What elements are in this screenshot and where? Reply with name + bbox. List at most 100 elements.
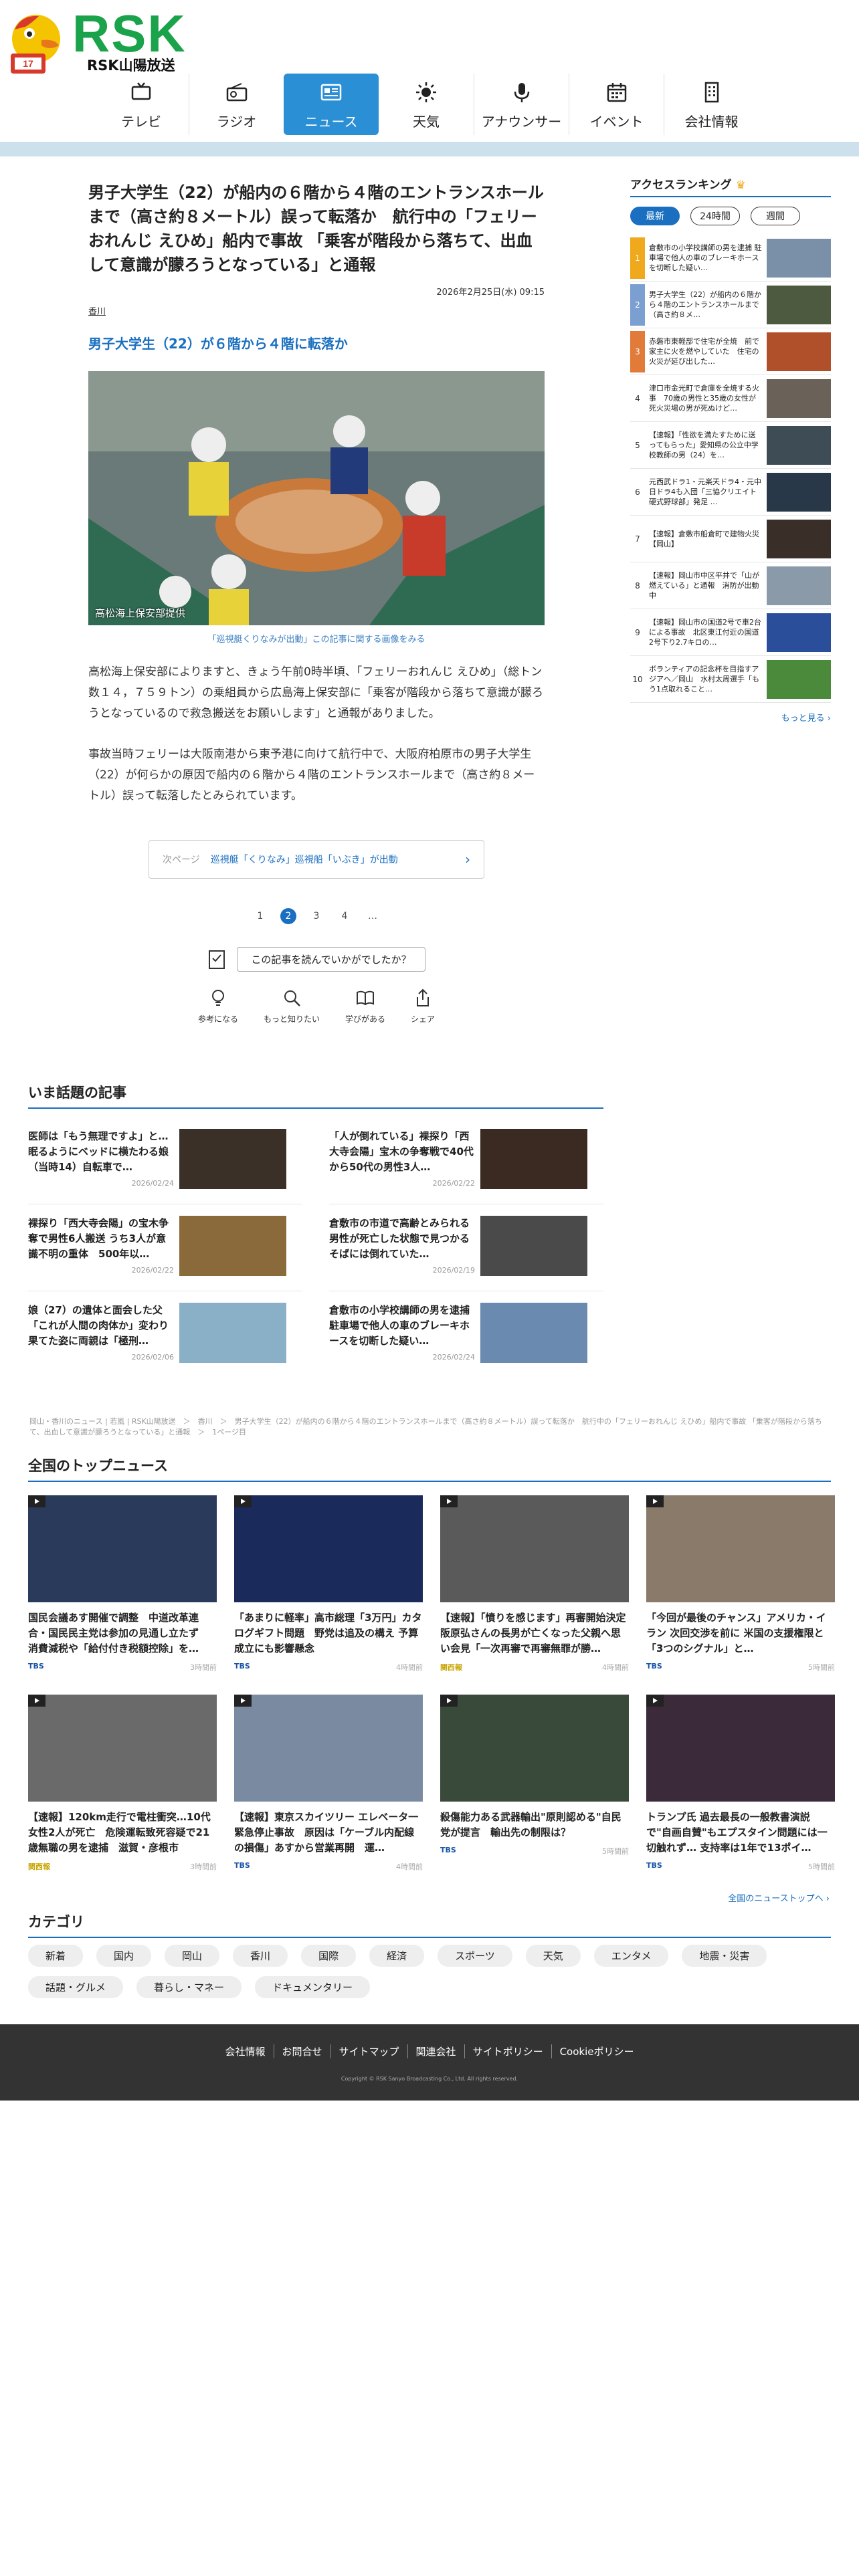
category-chip[interactable]: 暮らし・マネー <box>136 1976 242 1998</box>
nav-item-3[interactable]: 天気 <box>379 74 474 135</box>
trending-date: 2026/02/19 <box>432 1266 475 1275</box>
play-icon <box>234 1695 252 1707</box>
trending-title: 医師は「もう無理ですよ」と…眠るようにベッドに横たわる娘（当時14）自転車で… <box>28 1130 169 1173</box>
footer-link[interactable]: Cookieポリシー <box>551 2044 642 2058</box>
trending-item[interactable]: 倉敷市の小学校講師の男を逮捕 駐車場で他人の車のブレーキホースを切断した疑い… 2… <box>329 1303 587 1363</box>
reaction-button[interactable]: 参考になる <box>198 986 238 1025</box>
page-link[interactable]: 3 <box>308 908 324 924</box>
footer-link[interactable]: サイトポリシー <box>464 2044 551 2058</box>
trending-title: 倉敷市の市道で高齢とみられる男性が死亡した状態で見つかる そばには倒れていた… <box>329 1217 480 1260</box>
nav-item-5[interactable]: イベント <box>569 74 664 135</box>
ranking-list: 1 倉敷市の小学校講師の男を逮捕 駐車場で他人の車のブレーキホースを切断した疑い…… <box>630 235 831 703</box>
category-chip[interactable]: 話題・グルメ <box>28 1976 124 1998</box>
news-meta: 関西報 4時間前 <box>440 1662 629 1673</box>
category-chip[interactable]: スポーツ <box>438 1945 512 1967</box>
news-card[interactable]: 国民会議あす開催で調整 中道改革連合・国民民主党は参加の見通し立たず 消費減税や… <box>28 1495 217 1673</box>
trending-title: いま話題の記事 <box>28 1082 603 1109</box>
ranking-item[interactable]: 9 【速報】岡山市の国道2号で車2台による事故 北区東江付近の国道2号下り2.7キ… <box>630 609 831 656</box>
top-news-more-link[interactable]: 全国のニューストップへ › <box>669 1891 830 1904</box>
trending-item[interactable]: 医師は「もう無理ですよ」と…眠るようにベッドに横たわる娘（当時14）自転車で… 2… <box>28 1129 286 1189</box>
rank-number: 6 <box>635 487 640 497</box>
trending-item[interactable]: 倉敷市の市道で高齢とみられる男性が死亡した状態で見つかる そばには倒れていた… 2… <box>329 1216 587 1276</box>
reaction-button[interactable]: 学びがある <box>345 986 385 1025</box>
feedback-button[interactable]: この記事を読んでいかがでしたか？ <box>237 947 425 972</box>
breadcrumb[interactable]: 岡山・香川のニュース | 若風 | RSK山陽放送 ＞ 香川 ＞ 男子大学生（2… <box>29 1416 830 1438</box>
photo-gallery-link[interactable]: 「巡視艇くりなみが出動」この記事に関する画像をみる <box>88 632 545 645</box>
category-chip[interactable]: 新着 <box>28 1945 84 1967</box>
ranking-item[interactable]: 3 赤磐市東軽部で住宅が全焼 前で家主に火を燃やしていた 住宅の火災が延び出した… <box>630 328 831 375</box>
news-card[interactable]: トランプ氏 過去最長の一般教書演説で"自画自賛"もエプスタイン問題には一切触れず… <box>646 1695 835 1872</box>
ranking-more-link[interactable]: もっと見る › <box>630 711 831 724</box>
category-chip[interactable]: ドキュメンタリー <box>255 1976 371 1998</box>
rank-title: 【速報】岡山市中区平井で「山が燃えている」と通報 消防が出動中 <box>649 571 759 600</box>
news-icon <box>318 79 345 106</box>
news-meta: TBS 4時間前 <box>234 1662 423 1673</box>
ranking-item[interactable]: 5 【速報】「性欲を満たすために送ってもらった」愛知県の公立中学校教師の男（24）… <box>630 422 831 469</box>
category-chip[interactable]: 地震・災害 <box>682 1945 767 1967</box>
category-chip[interactable]: 香川 <box>233 1945 288 1967</box>
trending-item[interactable]: 裸探り「西大寺会陽」の宝木争奪で男性6人搬送 うち3人が意識不明の重体 500年… <box>28 1216 286 1276</box>
category-chip[interactable]: 国内 <box>96 1945 152 1967</box>
news-meta: TBS 5時間前 <box>646 1861 835 1872</box>
article-photo[interactable]: 高松海上保安部提供 <box>88 371 545 625</box>
news-card[interactable]: 【速報】東京スカイツリー エレベータ一緊急停止事故 原因は「ケーブル内配線の損傷… <box>234 1695 423 1872</box>
ranking-tab[interactable]: 24時間 <box>690 207 740 225</box>
ranking-item[interactable]: 10 ボランティアの記念杯を目指すアジアへ／岡山 水村太周選手「もう1点取れること… <box>630 656 831 703</box>
top-news-more-text: 全国のニューストップへ <box>728 1894 824 1904</box>
ranking-item[interactable]: 6 元西武ドラ1・元楽天ドラ4・元中日ドラ4も入団「三協クリエイト硬式野球部」発足… <box>630 469 831 516</box>
ranking-item[interactable]: 7 【速報】倉敷市船倉町で建物火災【岡山】 <box>630 516 831 562</box>
news-card[interactable]: 殺傷能力ある武器輸出"原則認める"自民党が提言 輸出先の制限は？ TBS 5時間前 <box>440 1695 629 1856</box>
play-icon <box>28 1495 45 1507</box>
ranking-item[interactable]: 1 倉敷市の小学校講師の男を逮捕 駐車場で他人の車のブレーキホースを切断した疑い… <box>630 235 831 282</box>
reaction-label: もっと知りたい <box>263 1014 320 1024</box>
nav-item-4[interactable]: アナウンサー <box>474 74 569 135</box>
reaction-button[interactable]: もっと知りたい <box>264 986 320 1025</box>
news-time: 3時間前 <box>190 1862 217 1871</box>
category-chip[interactable]: 岡山 <box>165 1945 220 1967</box>
rank-title: 【速報】「性欲を満たすために送ってもらった」愛知県の公立中学校教師の男（24）を… <box>649 431 759 459</box>
footer-link[interactable]: 関連会社 <box>407 2044 464 2058</box>
nav-item-0[interactable]: テレビ <box>94 74 189 135</box>
category-chip[interactable]: 経済 <box>369 1945 425 1967</box>
article-tag[interactable]: 香川 <box>88 304 545 317</box>
footer-link[interactable]: お問合せ <box>273 2044 330 2058</box>
logo-text: RSK <box>72 4 187 63</box>
rank-title: 【速報】倉敷市船倉町で建物火災【岡山】 <box>649 529 759 548</box>
ranking-item[interactable]: 4 津口市金光町で倉庫を全焼する火事 70歳の男性と35歳の女性が死火災場の男が死… <box>630 375 831 422</box>
rank-number: 10 <box>632 674 643 684</box>
reaction-button[interactable]: シェア <box>411 986 435 1025</box>
top-news-title: 全国のトップニュース <box>28 1455 831 1482</box>
ranking-tab[interactable]: 週間 <box>751 207 800 225</box>
news-time: 5時間前 <box>808 1862 835 1871</box>
news-card[interactable]: 「あまりに軽率」高市総理「3万円」カタログギフト問題 野党は追及の構え 予算成立… <box>234 1495 423 1673</box>
ranking-tab[interactable]: 最新 <box>630 207 680 225</box>
header-band <box>0 142 859 156</box>
news-card[interactable]: 「今回が最後のチャンス」アメリカ・イラン 次回交渉を前に 米国の支援権限と「3つ… <box>646 1495 835 1673</box>
nav-item-2[interactable]: ニュース <box>284 74 379 135</box>
nav-item-1[interactable]: ラジオ <box>189 74 284 135</box>
category-chip[interactable]: エンタメ <box>593 1945 669 1967</box>
news-source: TBS <box>646 1662 662 1671</box>
page-link[interactable]: … <box>365 908 381 924</box>
page-link[interactable]: 4 <box>337 908 353 924</box>
footer-link[interactable]: 会社情報 <box>217 2044 274 2058</box>
trending-item[interactable]: 娘（27）の遺体と面会した父「これが人間の肉体か」変わり果てた姿に両親は「極刑…… <box>28 1303 286 1363</box>
ranking-item[interactable]: 2 男子大学生（22）が船内の６階から４階のエントランスホールまで（高さ約８メ… <box>630 282 831 328</box>
ranking-item[interactable]: 8 【速報】岡山市中区平井で「山が燃えている」と通報 消防が出動中 <box>630 562 831 609</box>
news-source: TBS <box>234 1662 250 1671</box>
site-header: 17 RSK RSK山陽放送 テレビ ラジオ ニュース 天気 アナウンサー イベント 会社情… <box>0 0 859 137</box>
nav-item-6[interactable]: 会社情報 <box>664 74 759 135</box>
trending-text: 裸探り「西大寺会陽」の宝木争奪で男性6人搬送 うち3人が意識不明の重体 500年… <box>28 1216 174 1276</box>
news-card[interactable]: 【速報】「憤りを感じます」再審開始決定 阪原弘さんの長男が亡くなった父親へ思い会… <box>440 1495 636 1673</box>
trending-item[interactable]: 「人が倒れている」裸探り「西大寺会陽」宝木の争奪戦で40代から50代の男性3人…… <box>329 1129 587 1189</box>
article: 男子大学生（22）が船内の６階から４階のエントランスホールまで（高さ約８メートル… <box>88 181 545 1025</box>
news-card[interactable]: 【速報】120km走行で電柱衝突…10代女性2人が死亡 危険運転致死容疑で21歳… <box>28 1695 217 1872</box>
page-link[interactable]: 2 <box>280 908 296 924</box>
category-chip[interactable]: 天気 <box>525 1945 581 1967</box>
trending-text: 医師は「もう無理ですよ」と…眠るようにベッドに横たわる娘（当時14）自転車で… 2… <box>28 1129 174 1189</box>
next-page-link[interactable]: 次ページ 巡視艇「くりなみ」巡視船「いぶき」が出動 › <box>149 840 484 879</box>
category-chip[interactable]: 国際 <box>301 1945 357 1967</box>
site-logo[interactable]: 17 RSK RSK山陽放送 <box>5 5 186 79</box>
footer-link[interactable]: サイトマップ <box>330 2044 407 2058</box>
page-link[interactable]: 1 <box>252 908 268 924</box>
